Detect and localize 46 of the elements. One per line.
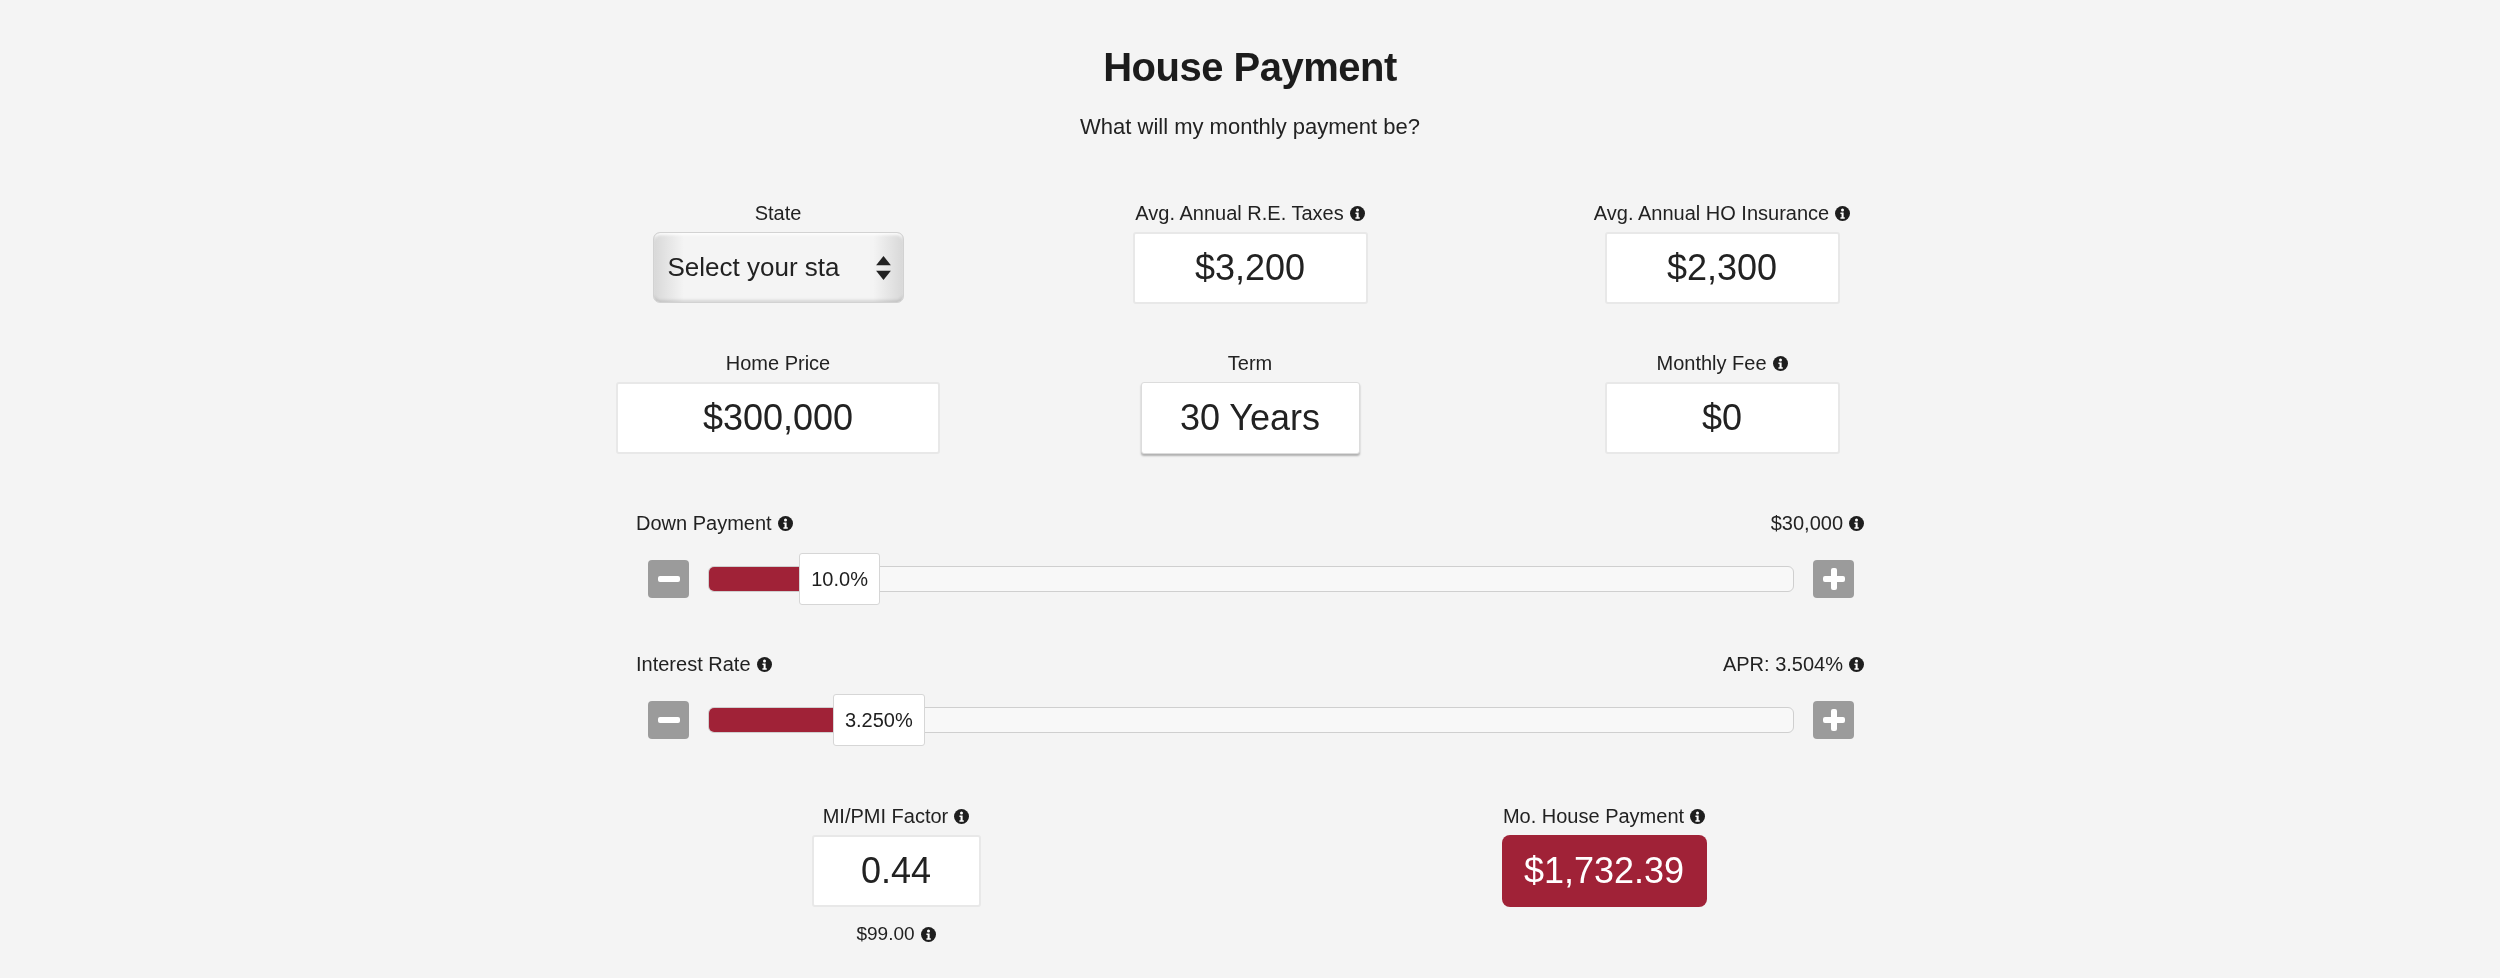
value-input[interactable]: $300,000 (616, 382, 940, 454)
info-icon[interactable] (756, 656, 772, 672)
info-icon[interactable] (920, 926, 936, 942)
page-subtitle: What will my monthly payment be? (1080, 113, 1420, 141)
field-label: Avg. Annual HO Insurance (1593, 201, 1830, 226)
slider-track[interactable] (708, 707, 1794, 733)
info-icon[interactable] (1849, 515, 1864, 531)
field-label: State (754, 201, 802, 226)
info-icon[interactable] (1690, 808, 1706, 824)
slider-handle[interactable]: 10.0% (799, 553, 880, 605)
decrease-button[interactable] (648, 701, 689, 739)
field-label: MI/PMI Factor (822, 804, 949, 829)
slider-reading: APR: 3.504% (1722, 652, 1843, 677)
slider-track[interactable] (708, 566, 1794, 592)
minus-icon (657, 576, 680, 582)
decrease-button[interactable] (648, 560, 689, 598)
info-icon[interactable] (1835, 205, 1851, 221)
slider-reading: $30,000 (1770, 511, 1843, 536)
note-text: $99.00 (856, 922, 915, 946)
slider-label: Down Payment (636, 511, 772, 536)
info-icon[interactable] (1849, 656, 1864, 672)
increase-button[interactable] (1813, 560, 1854, 598)
field-label: Mo. House Payment (1502, 804, 1685, 829)
value-input[interactable]: $3,200 (1132, 232, 1368, 304)
value-input[interactable]: 0.44 (811, 835, 981, 907)
info-icon[interactable] (777, 515, 793, 531)
increase-button[interactable] (1813, 701, 1854, 739)
plus-icon (1822, 709, 1845, 731)
field-label: Monthly Fee (1656, 351, 1767, 376)
select-field[interactable]: 30 Years (1140, 382, 1360, 454)
page-title: House Payment (1103, 44, 1397, 91)
value-input[interactable]: $0 (1604, 382, 1840, 454)
select-field[interactable]: Select your sta (652, 232, 904, 303)
field-label: Avg. Annual R.E. Taxes (1135, 201, 1344, 226)
payment-total: $1,732.39 (1501, 835, 1707, 907)
plus-icon (1822, 568, 1845, 590)
info-icon[interactable] (954, 808, 970, 824)
slider-handle[interactable]: 3.250% (832, 694, 925, 746)
slider-label: Interest Rate (636, 652, 751, 677)
field-label: Term (1227, 351, 1273, 376)
value-input[interactable]: $2,300 (1604, 232, 1840, 304)
info-icon[interactable] (1772, 355, 1788, 371)
field-label: Home Price (725, 351, 831, 376)
sort-arrows-icon (875, 255, 891, 280)
info-icon[interactable] (1349, 205, 1365, 221)
minus-icon (657, 717, 680, 723)
